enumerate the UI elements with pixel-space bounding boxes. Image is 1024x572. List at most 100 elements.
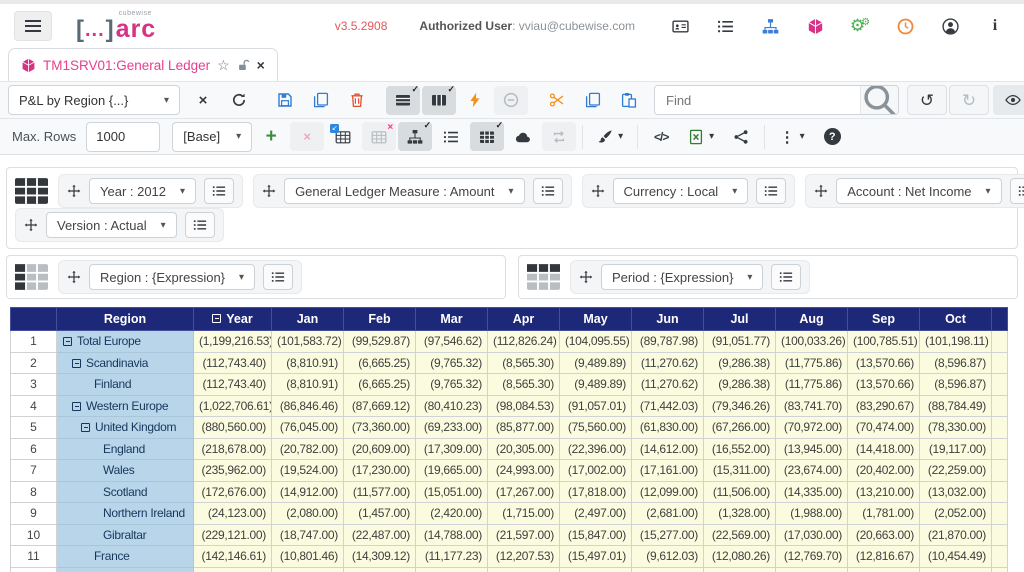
- data-cell[interactable]: (2,052.00): [919, 502, 992, 525]
- dimension-selector-account[interactable]: Account : Net Income ▾: [836, 178, 1002, 204]
- data-cell[interactable]: (80,410.23): [415, 394, 488, 417]
- data-cell[interactable]: (229,121.00): [193, 523, 272, 546]
- data-cell[interactable]: (14,335.00): [775, 480, 848, 503]
- unlock-icon[interactable]: [237, 59, 250, 72]
- data-cell[interactable]: (2,497.00): [559, 502, 632, 525]
- data-cell[interactable]: (112,826.24): [487, 330, 560, 353]
- data-cell[interactable]: (101,583.72): [271, 330, 344, 353]
- row-number[interactable]: 6: [10, 437, 57, 460]
- share-button[interactable]: [724, 122, 758, 151]
- data-cell[interactable]: (73,360.00): [343, 416, 416, 439]
- data-cell[interactable]: (19,665.00): [415, 459, 488, 482]
- data-cell[interactable]: (11,506.00): [703, 480, 776, 503]
- subset-list-icon[interactable]: [532, 178, 563, 204]
- column-header-apr[interactable]: Apr: [487, 307, 560, 331]
- data-cell[interactable]: (5,926.35): [271, 566, 344, 572]
- suppress-zero-columns-toggle[interactable]: ✓: [422, 84, 456, 115]
- move-icon[interactable]: [67, 270, 81, 284]
- data-cell[interactable]: (18,747.00): [271, 523, 344, 546]
- row-number[interactable]: 5: [10, 416, 57, 439]
- data-cell[interactable]: (22,487.00): [343, 523, 416, 546]
- row-number[interactable]: 9: [10, 502, 57, 525]
- data-cell[interactable]: (85,877.00): [487, 416, 560, 439]
- data-cell[interactable]: (8,565.30): [487, 373, 560, 396]
- list-icon[interactable]: [716, 17, 734, 35]
- data-cell[interactable]: (235,962.00): [193, 459, 272, 482]
- data-cell[interactable]: (86,846.46): [271, 394, 344, 417]
- cloud-button[interactable]: [506, 122, 540, 151]
- data-cell[interactable]: (22,569.00): [703, 523, 776, 546]
- subset-list-icon[interactable]: [204, 178, 235, 204]
- data-cell[interactable]: (14,418.00): [847, 437, 920, 460]
- data-cell[interactable]: (78,330.00): [919, 416, 992, 439]
- max-rows-input[interactable]: [86, 121, 161, 152]
- data-cell[interactable]: (67,266.00): [703, 416, 776, 439]
- export-excel-dropdown[interactable]: ▾: [680, 122, 722, 151]
- data-cell[interactable]: (19,117.00): [919, 437, 992, 460]
- data-cell[interactable]: (89,787.98): [631, 330, 704, 353]
- data-cell[interactable]: (75,560.00): [559, 416, 632, 439]
- data-cell[interactable]: (71,442.03): [631, 394, 704, 417]
- row-number[interactable]: 3: [10, 373, 57, 396]
- data-cell[interactable]: (2,681.00): [631, 502, 704, 525]
- redo-button[interactable]: ↻: [949, 85, 989, 115]
- data-cell[interactable]: (17,161.00): [631, 459, 704, 482]
- data-cell[interactable]: (100,033.26): [775, 330, 848, 353]
- data-cell[interactable]: (17,002.00): [559, 459, 632, 482]
- dimension-selector-region[interactable]: Region : {Expression} ▾: [89, 264, 256, 290]
- data-cell[interactable]: (17,309.00): [415, 437, 488, 460]
- collapse-icon[interactable]: [72, 401, 81, 411]
- column-header-feb[interactable]: Feb: [343, 307, 416, 331]
- data-cell[interactable]: (142,146.61): [193, 545, 272, 568]
- data-cell[interactable]: (10,801.46): [271, 545, 344, 568]
- region-cell[interactable]: Northern Ireland: [56, 502, 194, 525]
- data-cell[interactable]: (3,816.75): [919, 566, 992, 572]
- help-button[interactable]: ?: [815, 122, 849, 151]
- data-cell[interactable]: (12,080.26): [703, 545, 776, 568]
- data-cell[interactable]: (2,419.13): [703, 566, 776, 572]
- hierarchy-view-toggle[interactable]: ✓: [398, 120, 433, 151]
- dimension-selector-general-ledger-measure[interactable]: General Ledger Measure : Amount ▾: [284, 178, 525, 204]
- data-cell[interactable]: (104,095.55): [559, 330, 632, 353]
- more-options-dropdown[interactable]: ⋮ ▾: [771, 122, 813, 151]
- data-cell[interactable]: (98,084.53): [487, 394, 560, 417]
- data-cell[interactable]: (11,270.62): [631, 373, 704, 396]
- grid-mode-toggle[interactable]: ✓: [470, 120, 505, 151]
- data-cell[interactable]: (10,454.49): [919, 545, 992, 568]
- dimension-selector-year[interactable]: Year : 2012 ▾: [89, 178, 197, 204]
- data-cell[interactable]: (22,396.00): [559, 437, 632, 460]
- data-cell[interactable]: (1,199,216.53): [193, 330, 272, 353]
- data-cell[interactable]: (4,515.70): [775, 566, 848, 572]
- data-cell[interactable]: (1,715.00): [487, 502, 560, 525]
- favorite-star-icon[interactable]: ☆: [217, 57, 230, 74]
- data-cell[interactable]: (79,346.26): [703, 394, 776, 417]
- format-dropdown[interactable]: ▾: [589, 122, 631, 151]
- region-cell[interactable]: Eastern Europe: [56, 566, 194, 572]
- column-header-jan[interactable]: Jan: [271, 307, 344, 331]
- refresh-button[interactable]: [222, 86, 256, 115]
- data-cell[interactable]: (63,766.52): [193, 566, 272, 572]
- column-header-sep[interactable]: Sep: [847, 307, 920, 331]
- row-number[interactable]: 2: [10, 351, 57, 374]
- auto-recalculate-button[interactable]: [458, 86, 492, 115]
- data-cell[interactable]: (12,769.70): [775, 545, 848, 568]
- copy-cells-button[interactable]: [576, 86, 610, 115]
- dimension-selector-currency[interactable]: Currency : Local ▾: [612, 178, 749, 204]
- data-cell[interactable]: (9,765.32): [415, 373, 488, 396]
- data-cell[interactable]: (11,270.62): [631, 351, 704, 374]
- suppress-zero-rows-toggle[interactable]: ✓: [386, 84, 420, 115]
- region-cell[interactable]: Scotland: [56, 480, 194, 503]
- paste-cells-button[interactable]: [612, 86, 646, 115]
- data-cell[interactable]: (8,565.30): [487, 351, 560, 374]
- tab-general-ledger[interactable]: TM1SRV01:General Ledger ☆ ×: [8, 48, 278, 81]
- collapse-icon[interactable]: [63, 337, 72, 347]
- data-cell[interactable]: (9,765.32): [415, 351, 488, 374]
- move-icon[interactable]: [814, 184, 828, 198]
- subset-list-icon[interactable]: [263, 264, 294, 290]
- suppress-button[interactable]: [494, 85, 528, 115]
- data-cell[interactable]: (16,552.00): [703, 437, 776, 460]
- data-cell[interactable]: (101,198.11): [919, 330, 992, 353]
- data-cell[interactable]: (99,529.87): [343, 330, 416, 353]
- close-subset-grid-button[interactable]: ×: [362, 122, 397, 151]
- data-cell[interactable]: (87,669.12): [343, 394, 416, 417]
